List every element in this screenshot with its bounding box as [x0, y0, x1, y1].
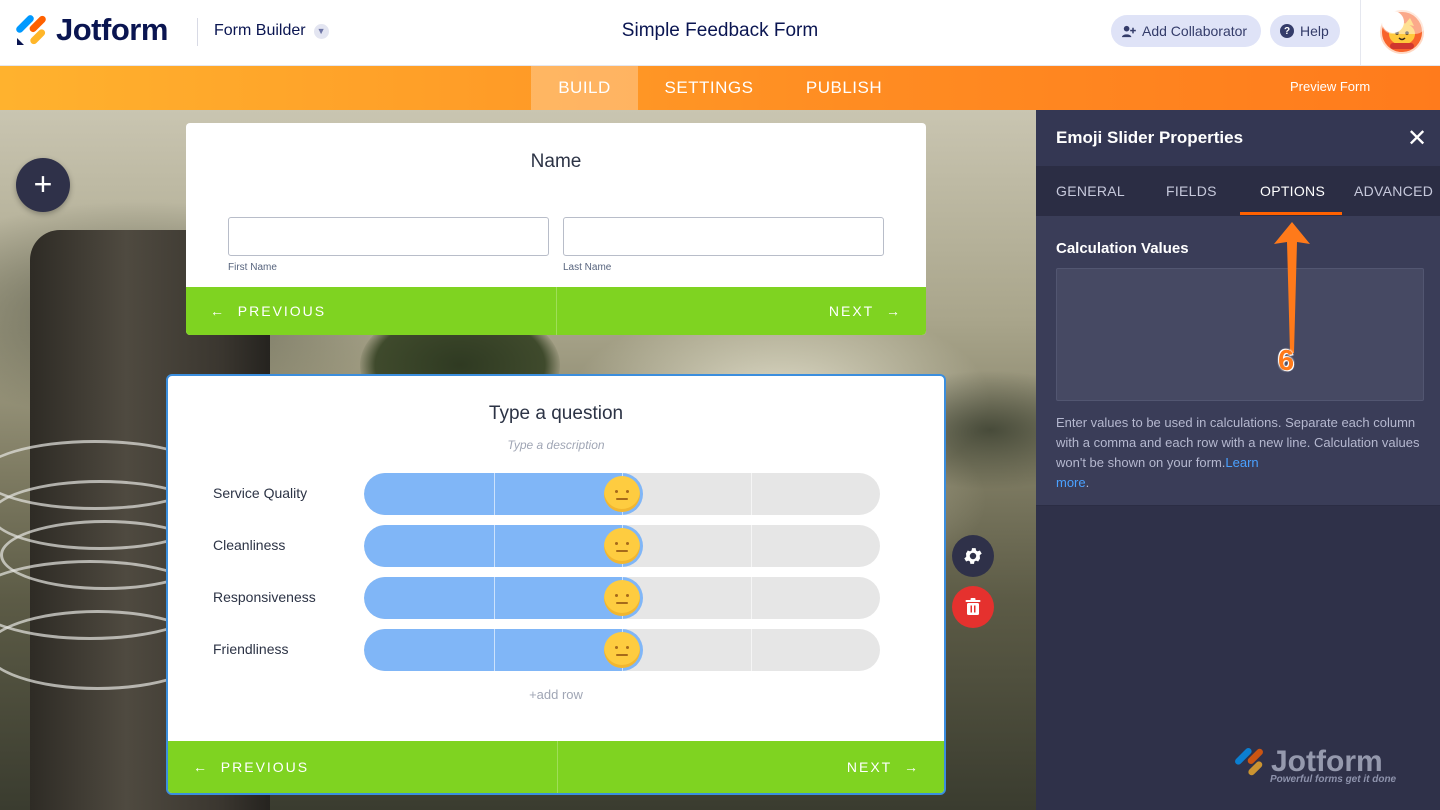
question-card-footer: ← PREVIOUS NEXT → [168, 741, 944, 793]
jotform-logo-icon [16, 15, 46, 45]
question-description[interactable]: Type a description [168, 438, 944, 452]
delete-field-button[interactable] [952, 586, 994, 628]
jotform-logo[interactable]: Jotform [14, 12, 168, 48]
slider-tick [494, 525, 495, 567]
neutral-face-icon[interactable] [604, 632, 640, 668]
panel-tabs: GENERAL FIELDS OPTIONS ADVANCED [1036, 166, 1440, 216]
question-next-button[interactable]: NEXT → [847, 759, 920, 775]
arrow-left-icon: ← [210, 303, 226, 319]
tab-settings[interactable]: SETTINGS [648, 66, 770, 110]
slider-row-label[interactable]: Responsiveness [213, 589, 316, 605]
calculation-values-label: Calculation Values [1056, 240, 1189, 257]
name-next-button[interactable]: NEXT → [829, 303, 902, 319]
form-builder-dropdown[interactable]: Form Builder ▼ [214, 22, 329, 40]
question-icon: ? [1280, 24, 1294, 38]
name-previous-button[interactable]: ← PREVIOUS [210, 303, 326, 319]
previous-label: PREVIOUS [220, 759, 310, 775]
calculation-help-text: Enter values to be used in calculations.… [1056, 413, 1421, 493]
emoji-slider-track[interactable] [364, 473, 880, 515]
slider-row-label[interactable]: Service Quality [213, 485, 307, 501]
slider-row-label[interactable]: Friendliness [213, 641, 288, 657]
footer-divider [556, 287, 557, 335]
form-title[interactable]: Simple Feedback Form [622, 20, 818, 41]
neutral-face-icon[interactable] [604, 476, 640, 512]
slider-tick [751, 577, 752, 619]
previous-label: PREVIOUS [237, 303, 327, 319]
jotform-watermark-icon [1235, 748, 1263, 776]
help-button[interactable]: ? Help [1270, 15, 1340, 47]
name-card-footer: ← PREVIOUS NEXT → [186, 287, 926, 335]
neutral-face-icon[interactable] [604, 528, 640, 564]
options-section: Calculation Values Enter values to be us… [1036, 216, 1440, 506]
help-text-period: . [1085, 475, 1090, 490]
logo-text: Jotform [56, 12, 168, 47]
slider-fill [364, 525, 643, 567]
slider-tick [494, 629, 495, 671]
arrow-right-icon: → [886, 303, 902, 319]
emoji-slider-track[interactable] [364, 525, 880, 567]
close-icon[interactable]: ✕ [1407, 124, 1427, 153]
user-plus-icon [1121, 25, 1136, 37]
slider-fill [364, 473, 643, 515]
preview-form-label: Preview Form [1290, 79, 1371, 94]
field-properties-button[interactable] [952, 535, 994, 577]
gear-icon [964, 548, 982, 564]
toggle-knob [1382, 11, 1404, 33]
watermark-tagline: Powerful forms get it done [1270, 774, 1397, 785]
calculation-values-textarea[interactable] [1056, 268, 1424, 401]
trash-icon [965, 598, 981, 615]
annotation-step-number: 6 [1278, 345, 1295, 377]
properties-panel: Emoji Slider Properties ✕ GENERAL FIELDS… [1036, 110, 1440, 810]
next-label: NEXT [828, 303, 875, 319]
form-builder-label: Form Builder [214, 22, 306, 39]
name-question-card[interactable]: Name First Name Last Name ← PREVIOUS NEX… [186, 123, 926, 335]
learn-more-link-part1[interactable]: Learn [1225, 455, 1258, 470]
preview-form-toggle[interactable] [1381, 10, 1427, 34]
panel-title: Emoji Slider Properties [1056, 128, 1244, 147]
emoji-slider-track[interactable] [364, 577, 880, 619]
tab-publish[interactable]: PUBLISH [790, 66, 898, 110]
slider-row-label[interactable]: Cleanliness [213, 537, 285, 553]
slider-tick [494, 473, 495, 515]
header-divider [197, 18, 198, 46]
plus-icon: + [33, 166, 53, 202]
emoji-slider-track[interactable] [364, 629, 880, 671]
add-collaborator-label: Add Collaborator [1142, 23, 1248, 39]
tab-build[interactable]: BUILD [531, 66, 638, 110]
neutral-face-icon[interactable] [604, 580, 640, 616]
arrow-right-icon: → [904, 759, 920, 775]
footer-divider [557, 741, 558, 793]
next-label: NEXT [846, 759, 893, 775]
header-divider-right [1360, 0, 1361, 66]
tab-general[interactable]: GENERAL [1056, 183, 1125, 199]
top-header: Jotform Form Builder ▼ Simple Feedback F… [0, 0, 1440, 66]
add-collaborator-button[interactable]: Add Collaborator [1111, 15, 1261, 47]
first-name-sublabel: First Name [228, 262, 277, 273]
active-tab-indicator [1240, 212, 1342, 215]
builder-navbar: BUILD SETTINGS PUBLISH Preview Form [0, 66, 1440, 110]
emoji-slider-card[interactable]: Type a question Type a description Servi… [166, 374, 946, 795]
slider-tick [751, 473, 752, 515]
slider-tick [494, 577, 495, 619]
tab-options[interactable]: OPTIONS [1260, 183, 1325, 199]
arrow-left-icon: ← [193, 759, 209, 775]
tab-advanced[interactable]: ADVANCED [1354, 183, 1433, 199]
help-label: Help [1300, 23, 1329, 39]
tab-fields[interactable]: FIELDS [1166, 183, 1217, 199]
last-name-sublabel: Last Name [563, 262, 612, 273]
panel-header: Emoji Slider Properties ✕ [1036, 110, 1440, 166]
slider-fill [364, 629, 643, 671]
slider-tick [751, 629, 752, 671]
chevron-down-icon: ▼ [313, 23, 329, 39]
question-previous-button[interactable]: ← PREVIOUS [193, 759, 309, 775]
slider-tick [751, 525, 752, 567]
last-name-input[interactable] [563, 217, 884, 256]
add-row-button[interactable]: +add row [168, 687, 944, 702]
name-card-title: Name [530, 151, 582, 172]
first-name-input[interactable] [228, 217, 549, 256]
add-element-button[interactable]: + [16, 158, 70, 212]
learn-more-link-part2[interactable]: more [1056, 475, 1086, 490]
question-title[interactable]: Type a question [168, 403, 944, 425]
slider-fill [364, 577, 643, 619]
